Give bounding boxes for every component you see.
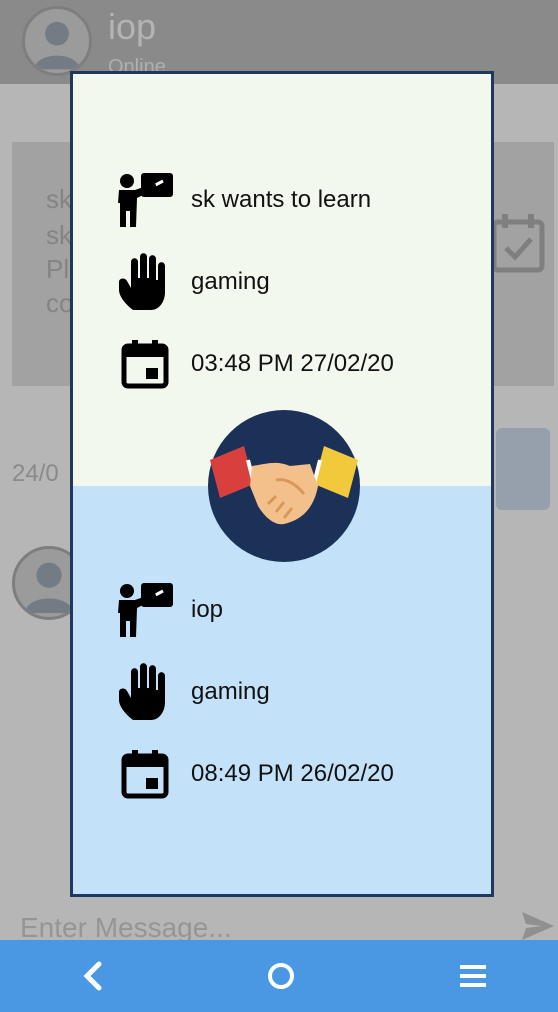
top-time-text: 03:48 PM 27/02/20 bbox=[191, 350, 394, 377]
nav-home-button[interactable] bbox=[261, 958, 301, 994]
match-dialog: sk wants to learn gaming 03:48 PM 27/02/… bbox=[70, 71, 494, 897]
nav-back-button[interactable] bbox=[72, 958, 112, 994]
top-skill-text: gaming bbox=[191, 268, 270, 295]
calendar-icon bbox=[113, 744, 177, 804]
bottom-time-text: 08:49 PM 26/02/20 bbox=[191, 760, 394, 787]
handshake-icon bbox=[208, 410, 360, 562]
top-skill-row: gaming bbox=[113, 252, 453, 312]
teacher-board-icon bbox=[113, 580, 177, 640]
bottom-teach-row: iop bbox=[113, 580, 453, 640]
teacher-board-icon bbox=[113, 170, 177, 230]
bottom-skill-text: gaming bbox=[191, 678, 270, 705]
back-chevron-icon bbox=[83, 961, 102, 991]
system-nav-bar bbox=[0, 940, 558, 1012]
top-teach-row: sk wants to learn bbox=[113, 170, 453, 230]
menu-lines-icon bbox=[460, 965, 486, 987]
top-teach-text: sk wants to learn bbox=[191, 186, 372, 213]
top-time-row: 03:48 PM 27/02/20 bbox=[113, 334, 453, 394]
bottom-teach-text: iop bbox=[191, 596, 224, 623]
calendar-icon bbox=[113, 334, 177, 394]
raised-hand-icon bbox=[113, 252, 177, 312]
bottom-time-row: 08:49 PM 26/02/20 bbox=[113, 744, 453, 804]
home-circle-icon bbox=[268, 963, 294, 989]
bottom-skill-row: gaming bbox=[113, 662, 453, 722]
nav-menu-button[interactable] bbox=[453, 958, 493, 994]
raised-hand-icon bbox=[113, 662, 177, 722]
